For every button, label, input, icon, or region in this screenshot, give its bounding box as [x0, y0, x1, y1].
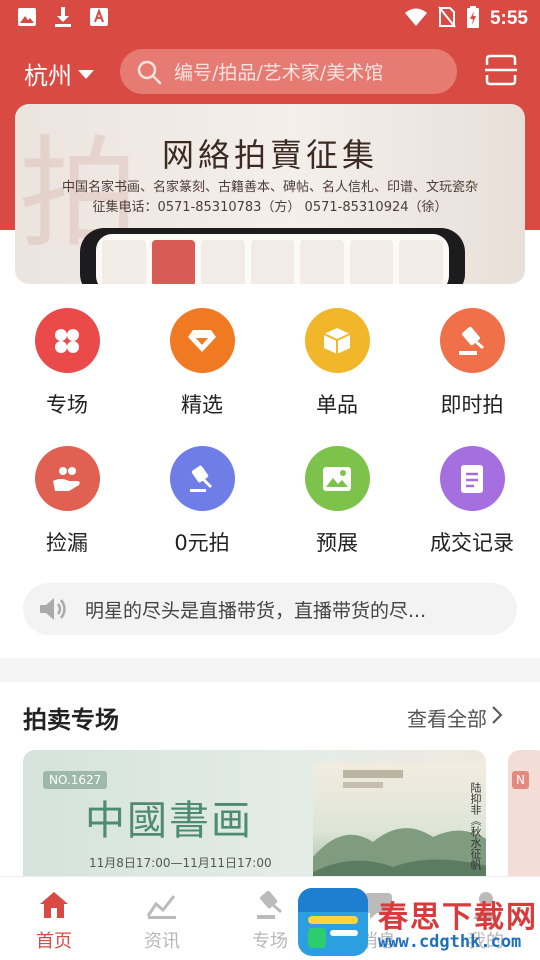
watermark-logo-icon — [298, 888, 368, 956]
tab-label: 资讯 — [144, 931, 180, 952]
landscape-painting-image — [313, 762, 486, 887]
quick-item-instant[interactable]: 即时拍 — [412, 308, 532, 419]
search-input[interactable]: 编号/拍品/艺术家/美术馆 — [120, 49, 457, 94]
promo-banner[interactable]: 拍 网絡拍賣征集 中国名家书画、名家篆刻、古籍善本、碑帖、名人信札、印谱、文玩瓷… — [15, 104, 525, 284]
record-icon — [439, 446, 505, 511]
wifi-icon — [404, 7, 428, 31]
auction-card[interactable]: NO.1627 中國書画 11月8日17:00—11月11日17:00 陆抑非《… — [23, 750, 486, 890]
banner-title: 网絡拍賣征集 — [161, 136, 378, 174]
battery-charging-icon — [466, 6, 480, 32]
auction-card-date: 11月8日17:00—11月11日17:00 — [89, 856, 272, 870]
view-all-label: 查看全部 — [407, 707, 487, 731]
auction-card-next[interactable]: N — [508, 750, 540, 890]
quick-item-label: 0元拍 — [174, 531, 230, 555]
speaker-icon — [37, 593, 69, 625]
diamond-icon — [169, 308, 235, 373]
auction-card-title: 中國書画 — [85, 798, 253, 844]
banner-line-2: 征集电话：0571-85310783（方） 0571-85310924（徐） — [92, 200, 448, 215]
announcement-bar[interactable]: 明星的尽头是直播带货，直播带货的尽... — [23, 583, 517, 635]
box-icon — [304, 308, 370, 373]
download-notification-icon — [52, 6, 74, 28]
auction-number-badge: NO.1627 — [43, 771, 108, 789]
status-bar: 5:55 — [0, 0, 540, 36]
quick-item-label: 精选 — [181, 393, 223, 417]
city-selector[interactable]: 杭州 — [24, 56, 94, 91]
tab-label: 首页 — [36, 931, 72, 952]
city-label: 杭州 — [24, 62, 72, 90]
quick-item-label: 专场 — [46, 393, 88, 417]
quick-item-special[interactable]: 专场 — [7, 308, 127, 419]
site-watermark: 春思下载网 www.cdgthk.com — [298, 888, 540, 956]
watermark-title: 春思下载网 — [378, 900, 538, 935]
quick-item-label: 预展 — [316, 531, 358, 555]
section-title: 拍卖专场 — [23, 706, 119, 734]
clock: 5:55 — [489, 8, 528, 29]
home-icon — [36, 887, 72, 923]
gavel-icon — [439, 308, 505, 373]
quick-item-label: 捡漏 — [46, 531, 88, 555]
gallery-notification-icon — [16, 6, 38, 28]
hand-coins-icon — [34, 446, 100, 511]
app-notification-icon — [88, 6, 110, 28]
quick-item-label: 即时拍 — [440, 393, 504, 417]
zero-auction-icon — [169, 446, 235, 511]
chevron-down-icon — [78, 70, 94, 79]
chevron-right-icon — [491, 705, 503, 730]
no-sim-icon — [438, 6, 456, 32]
quick-item-zero-auction[interactable]: 0元拍 — [142, 446, 262, 557]
quick-item-label: 成交记录 — [430, 531, 514, 555]
chart-icon — [144, 887, 180, 923]
announcement-text: 明星的尽头是直播带货，直播带货的尽... — [85, 599, 427, 622]
tab-home[interactable]: 首页 — [14, 887, 94, 953]
quick-item-bargain[interactable]: 捡漏 — [7, 446, 127, 557]
quick-item-single[interactable]: 单品 — [277, 308, 397, 419]
clover-icon — [34, 308, 100, 373]
banner-line-1: 中国名家书画、名家篆刻、古籍善本、碑帖、名人信札、印谱、文玩瓷杂 — [61, 180, 478, 195]
quick-item-selected[interactable]: 精选 — [142, 308, 262, 419]
quick-item-label: 单品 — [316, 393, 358, 417]
watermark-url: www.cdgthk.com — [378, 932, 522, 952]
auction-card-side-text: 陆抑非《秋水征帆 — [469, 782, 482, 870]
scan-icon[interactable] — [484, 53, 518, 87]
image-icon — [304, 446, 370, 511]
phone-mockup-image — [80, 228, 465, 284]
search-icon — [136, 59, 162, 85]
gavel-icon — [252, 887, 288, 923]
section-divider — [0, 658, 540, 682]
search-placeholder: 编号/拍品/艺术家/美术馆 — [174, 62, 384, 84]
auction-number-badge: N — [512, 771, 529, 789]
quick-item-deal-records[interactable]: 成交记录 — [412, 446, 532, 557]
view-all-link[interactable]: 查看全部 — [407, 703, 503, 732]
tab-news[interactable]: 资讯 — [122, 887, 202, 953]
quick-item-preview[interactable]: 预展 — [277, 446, 397, 557]
